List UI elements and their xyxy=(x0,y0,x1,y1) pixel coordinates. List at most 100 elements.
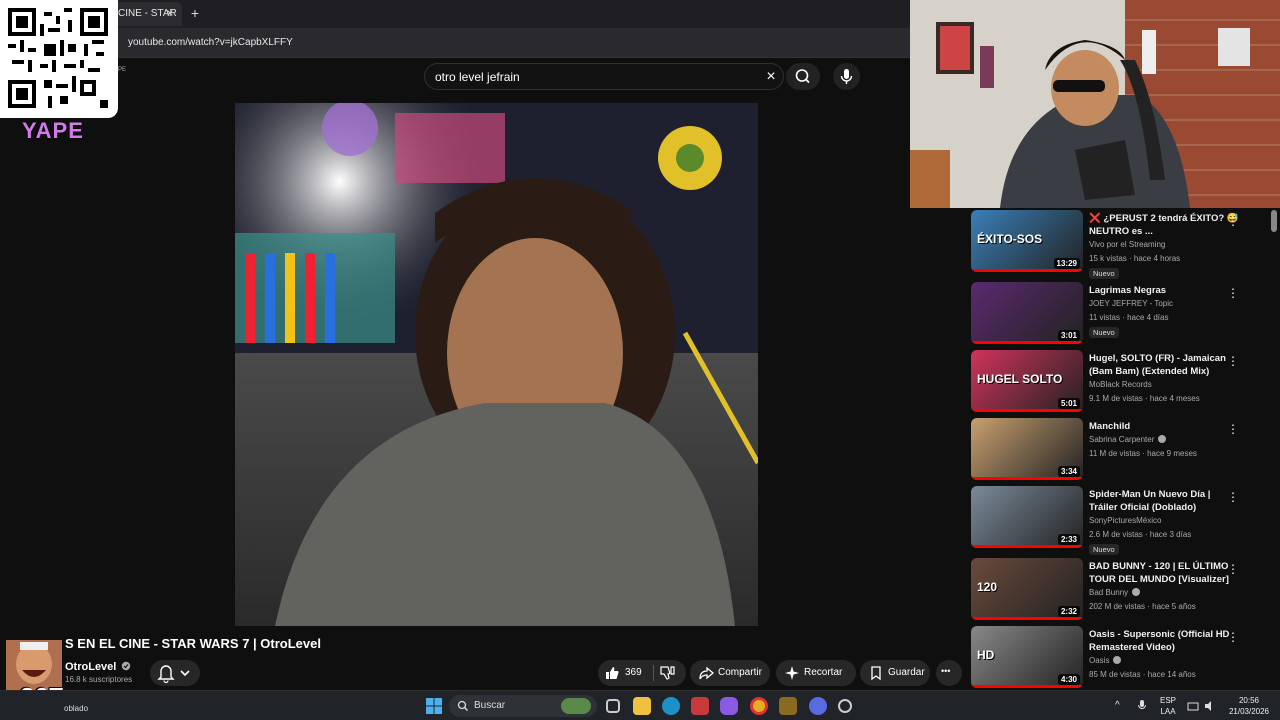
volume-icon[interactable] xyxy=(1204,700,1216,712)
bookmark-icon xyxy=(871,666,881,681)
more-options-icon[interactable]: ⋮ xyxy=(1227,354,1239,368)
recommendation-thumbnail[interactable]: 2:33 xyxy=(971,486,1083,548)
qr-code-panel xyxy=(0,0,118,118)
recommendation-thumbnail[interactable]: 3:34 xyxy=(971,418,1083,480)
recommendation-title[interactable]: Hugel, SOLTO (FR) - Jamaican (Bam Bam) (… xyxy=(1089,352,1241,378)
url-text[interactable]: youtube.com/watch?v=jkCapbXLFFY xyxy=(128,37,293,48)
more-options-icon[interactable]: ⋮ xyxy=(1227,630,1239,644)
recommendation-item[interactable]: 120 2:32 BAD BUNNY - 120 | EL ÚLTIMO TOUR … xyxy=(970,558,1270,624)
recommendation-title[interactable]: Manchild xyxy=(1089,420,1241,433)
tab-close-icon[interactable]: × xyxy=(163,5,177,21)
address-bar[interactable]: youtube.com/watch?v=jkCapbXLFFY xyxy=(0,28,910,58)
browser-active-icon[interactable] xyxy=(809,697,827,715)
chrome-icon[interactable] xyxy=(750,697,768,715)
voice-search-button[interactable] xyxy=(833,63,860,90)
snipping-tool-icon[interactable] xyxy=(691,697,709,715)
search-box[interactable]: otro level jefrain × xyxy=(424,63,784,90)
share-label: Compartir xyxy=(718,667,762,678)
more-options-icon[interactable]: ⋮ xyxy=(1227,490,1239,504)
like-count[interactable]: 369 xyxy=(625,667,642,678)
recommendation-channel-text[interactable]: SonyPicturesMéxico xyxy=(1089,516,1161,525)
verified-icon xyxy=(1158,435,1167,443)
recommendation-channel[interactable]: Oasis xyxy=(1089,656,1122,665)
recommendation-thumbnail[interactable]: ÉXITO-SOS 13:29 xyxy=(971,210,1083,272)
dislike-icon[interactable] xyxy=(659,665,675,681)
recommendation-thumbnail[interactable]: HD 4:30 xyxy=(971,626,1083,688)
recommendation-item[interactable]: 3:01 Lagrimas Negras JOEY JEFFREY - Topic 1… xyxy=(970,282,1270,348)
video-player[interactable] xyxy=(235,103,758,626)
language-indicator[interactable]: ESP LAA xyxy=(1158,695,1178,717)
recommendation-title[interactable]: BAD BUNNY - 120 | EL ÚLTIMO TOUR DEL MUN… xyxy=(1089,560,1241,586)
new-tab-button[interactable]: + xyxy=(188,5,202,21)
clock[interactable]: 20:56 21/03/2026 xyxy=(1224,695,1274,717)
recommendation-channel-text[interactable]: Vivo por el Streaming xyxy=(1089,240,1165,249)
recommendation-channel-text[interactable]: Bad Bunny xyxy=(1089,588,1128,597)
sidebar-scrollbar[interactable] xyxy=(1271,210,1277,232)
wow-icon[interactable] xyxy=(779,697,797,715)
channel-name[interactable]: OtroLevel xyxy=(65,661,131,673)
recommendation-item[interactable]: ÉXITO-SOS 13:29 ❌ ¿PERUST 2 tendrá ÉXITO? … xyxy=(970,210,1270,279)
video-duration: 2:33 xyxy=(1057,534,1080,545)
bell-icon xyxy=(157,665,190,684)
recommendation-title[interactable]: Oasis - Supersonic (Official HD Remaster… xyxy=(1089,628,1241,654)
recommendation-thumbnail[interactable]: 120 2:32 xyxy=(971,558,1083,620)
recommendation-channel[interactable]: Sabrina Carpenter xyxy=(1089,435,1167,444)
video-duration: 3:34 xyxy=(1057,466,1080,477)
recommendation-title[interactable]: ❌ ¿PERUST 2 tendrá ÉXITO? 😅 NEUTRO es ..… xyxy=(1089,212,1241,238)
recommendation-item[interactable]: 3:34 Manchild Sabrina Carpenter 11 M de vis… xyxy=(970,418,1270,484)
windows-start-icon[interactable] xyxy=(425,697,443,715)
recommendation-channel-text[interactable]: Oasis xyxy=(1089,656,1109,665)
tray-chevron-icon[interactable]: ^ xyxy=(1115,700,1120,711)
recommendation-channel-text[interactable]: JOEY JEFFREY - Topic xyxy=(1089,299,1173,308)
taskbar-search[interactable]: Buscar xyxy=(449,695,597,717)
edge-icon[interactable] xyxy=(662,697,680,715)
like-icon[interactable] xyxy=(604,665,620,681)
recommendation-channel[interactable]: SonyPicturesMéxico xyxy=(1089,516,1161,525)
recommendation-item[interactable]: HD 4:30 Oasis - Supersonic (Official HD Re… xyxy=(970,626,1270,690)
recommendation-channel-text[interactable]: Sabrina Carpenter xyxy=(1089,435,1154,444)
verified-icon xyxy=(122,661,131,671)
microphone-tray-icon[interactable] xyxy=(1137,699,1147,713)
copilot-icon[interactable] xyxy=(720,697,738,715)
recommendation-title[interactable]: Spider-Man Un Nuevo Día | Tráiler Oficia… xyxy=(1089,488,1241,514)
recommendation-item[interactable]: 2:33 Spider-Man Un Nuevo Día | Tráiler Of… xyxy=(970,486,1270,555)
recommendation-title[interactable]: Lagrimas Negras xyxy=(1089,284,1241,297)
recommendation-channel-text[interactable]: MoBlack Records xyxy=(1089,380,1152,389)
save-button[interactable]: Guardar xyxy=(860,660,930,686)
more-options-icon[interactable]: ⋮ xyxy=(1227,286,1239,300)
more-options-icon[interactable]: ⋮ xyxy=(1227,422,1239,436)
watch-progress-bar xyxy=(971,409,1083,412)
recommendation-channel[interactable]: JOEY JEFFREY - Topic xyxy=(1089,299,1173,308)
settings-icon[interactable] xyxy=(838,699,852,713)
recommendation-thumbnail[interactable]: 3:01 xyxy=(971,282,1083,344)
browser-tab-bar: CINE - STAR × + xyxy=(0,0,910,28)
more-options-icon[interactable]: ⋮ xyxy=(1227,562,1239,576)
share-button[interactable]: Compartir xyxy=(690,660,770,686)
more-icon: ••• xyxy=(941,666,951,676)
task-view-icon[interactable] xyxy=(606,699,620,713)
subscriber-count: 16.8 k suscriptores xyxy=(65,675,133,684)
clear-search-icon[interactable]: × xyxy=(763,68,779,86)
watch-progress-bar xyxy=(971,341,1083,344)
recommendation-channel[interactable]: MoBlack Records xyxy=(1089,380,1152,389)
microphone-icon xyxy=(840,69,853,84)
video-duration: 4:30 xyxy=(1057,674,1080,685)
search-input[interactable]: otro level jefrain xyxy=(435,70,520,84)
video-duration: 5:01 xyxy=(1057,398,1080,409)
webcam-feed xyxy=(910,0,1280,208)
recommendation-thumbnail[interactable]: HUGEL SOLTO 5:01 xyxy=(971,350,1083,412)
video-duration: 2:32 xyxy=(1057,606,1080,617)
notification-bell-button[interactable] xyxy=(150,660,200,686)
recommendation-item[interactable]: HUGEL SOLTO 5:01 Hugel, SOLTO (FR) - Jamai… xyxy=(970,350,1270,416)
clip-button[interactable]: Recortar xyxy=(776,660,856,686)
search-button[interactable] xyxy=(786,63,820,90)
network-icon[interactable] xyxy=(1187,700,1199,712)
recommendation-channel[interactable]: Bad Bunny xyxy=(1089,588,1141,597)
recommendation-channel[interactable]: Vivo por el Streaming xyxy=(1089,240,1165,249)
channel-name-text[interactable]: OtroLevel xyxy=(65,661,116,673)
more-actions-button[interactable]: ••• xyxy=(936,660,962,686)
more-options-icon[interactable]: ⋮ xyxy=(1227,214,1239,228)
video-duration: 3:01 xyxy=(1057,330,1080,341)
file-explorer-icon[interactable] xyxy=(633,697,651,715)
recommendation-meta: 2.6 M de vistas · hace 3 días xyxy=(1089,530,1192,539)
